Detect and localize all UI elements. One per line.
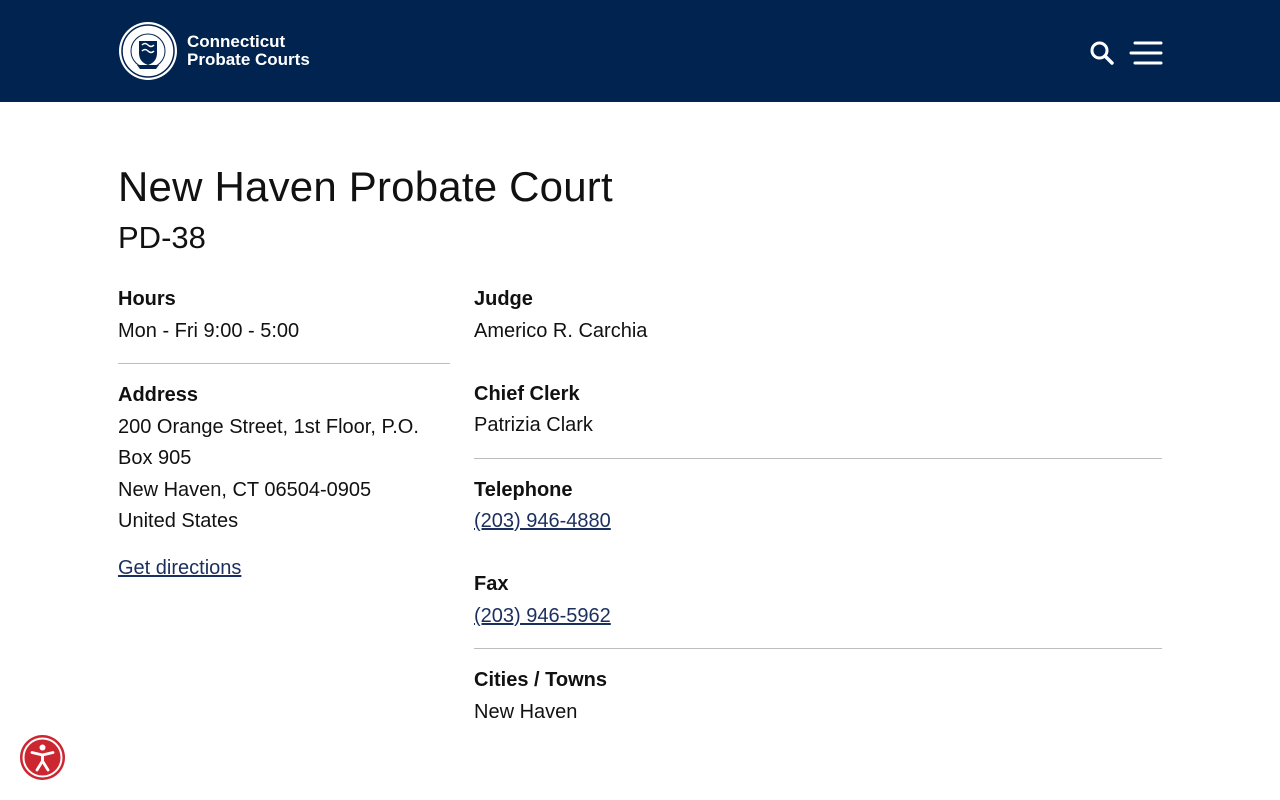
hours-label: Hours: [118, 288, 176, 310]
home-logo-link[interactable]: Connecticut Probate Courts: [118, 21, 310, 81]
get-directions-link[interactable]: Get directions: [118, 557, 241, 580]
fax-label: Fax: [474, 573, 509, 595]
accessibility-icon: [22, 737, 63, 778]
chief-clerk-value: Patrizia Clark: [474, 414, 593, 436]
divider: [474, 458, 1162, 459]
search-icon: [1090, 41, 1114, 65]
chief-clerk-label: Chief Clerk: [474, 383, 580, 405]
telephone-label: Telephone: [474, 479, 573, 501]
ct-seal-icon: [119, 22, 177, 80]
address-line-1: 200 Orange Street, 1st Floor, P.O.: [118, 416, 419, 438]
fax-link[interactable]: (203) 946-5962: [474, 605, 611, 628]
judge-value: Americo R. Carchia: [474, 320, 648, 342]
brand-name: Connecticut Probate Courts: [187, 33, 310, 69]
page-title: New Haven Probate Court: [118, 163, 613, 210]
address-line-2: Box 905: [118, 447, 192, 469]
cities-towns-value: New Haven: [474, 701, 578, 723]
accessibility-button[interactable]: [20, 735, 65, 780]
site-header: Connecticut Probate Courts: [0, 0, 1280, 102]
hours-value: Mon - Fri 9:00 - 5:00: [118, 320, 300, 342]
cities-towns-label: Cities / Towns: [474, 669, 607, 691]
search-button[interactable]: [1088, 39, 1116, 67]
address-line-4: United States: [118, 510, 239, 532]
divider: [118, 363, 450, 364]
judge-label: Judge: [474, 288, 533, 310]
brand-line-1: Connecticut: [187, 32, 286, 51]
address-label: Address: [118, 384, 199, 406]
menu-button[interactable]: [1129, 39, 1163, 67]
hamburger-menu-icon: [1129, 41, 1163, 65]
telephone-link[interactable]: (203) 946-4880: [474, 510, 611, 533]
court-code: PD-38: [118, 220, 206, 255]
divider: [474, 648, 1162, 649]
address-line-3: New Haven, CT 06504-0905: [118, 479, 372, 501]
brand-line-2: Probate Courts: [187, 50, 310, 69]
